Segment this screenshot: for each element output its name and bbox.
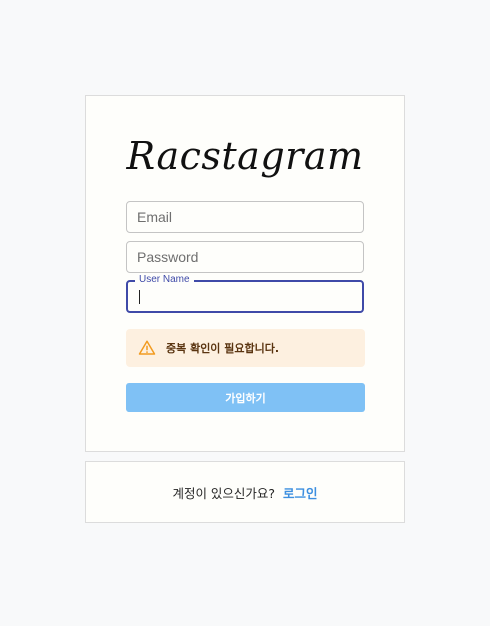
username-label: User Name [135, 274, 194, 285]
login-prompt-card: 계정이 있으신가요? 로그인 [85, 461, 405, 523]
email-field[interactable] [127, 202, 363, 232]
signup-card: Racstagram User Name 중복 확인이 필요합니다. 가입하기 [85, 95, 405, 452]
warning-icon [138, 340, 156, 355]
username-field-wrapper: User Name [126, 274, 364, 313]
login-link[interactable]: 로그인 [283, 483, 318, 502]
password-field[interactable] [127, 242, 363, 272]
login-prompt-text: 계정이 있으신가요? [172, 485, 276, 501]
duplicate-check-alert: 중복 확인이 필요합니다. [126, 329, 365, 367]
alert-message: 중복 확인이 필요합니다. [166, 342, 280, 355]
password-field-wrapper [126, 241, 364, 273]
email-field-wrapper [126, 201, 364, 233]
username-field[interactable] [128, 282, 362, 311]
text-caret [139, 290, 140, 304]
signup-button[interactable]: 가입하기 [126, 383, 365, 412]
app-logo: Racstagram [126, 134, 364, 178]
